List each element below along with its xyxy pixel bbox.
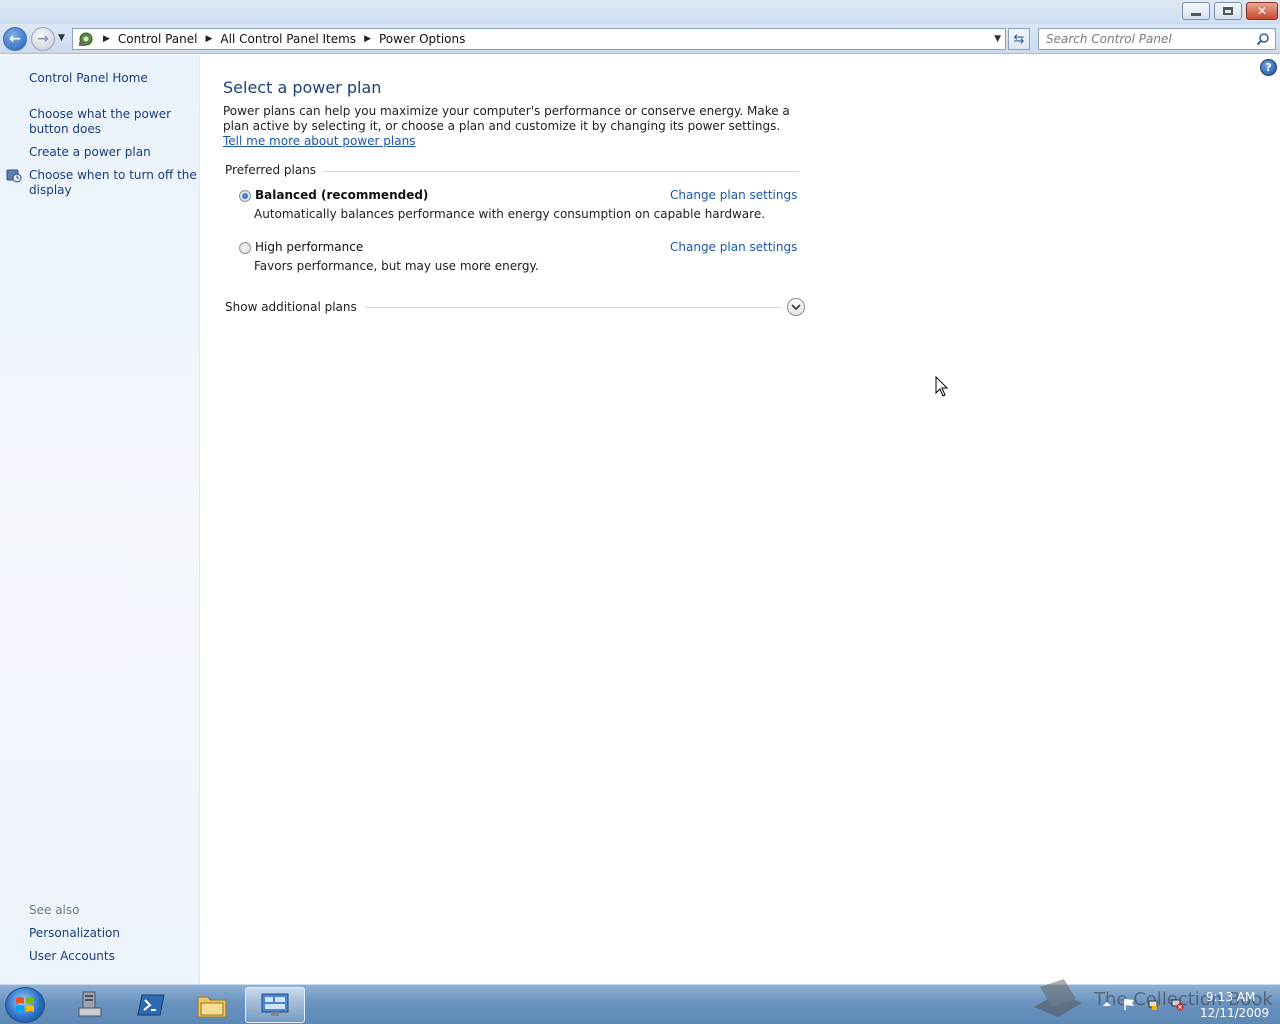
chevron-down-icon [791, 304, 801, 311]
preferred-plans-label: Preferred plans [225, 163, 317, 177]
show-additional-plans-label[interactable]: Show additional plans [225, 300, 357, 314]
tell-me-more-link[interactable]: Tell me more about power plans [223, 134, 415, 148]
plan-high-performance-change-link[interactable]: Change plan settings [670, 240, 797, 254]
breadcrumb-power-options[interactable]: Power Options [379, 32, 465, 46]
control-panel-home-link[interactable]: Control Panel Home [29, 71, 197, 86]
breadcrumb-separator-icon[interactable]: ▶ [103, 34, 110, 44]
close-button[interactable]: ✕ [1246, 2, 1278, 20]
forward-button[interactable]: → [31, 27, 55, 51]
help-button[interactable]: ? [1260, 59, 1277, 76]
windows-logo-icon [16, 997, 34, 1012]
breadcrumb-all-items[interactable]: All Control Panel Items [220, 32, 356, 46]
breadcrumb-separator-icon[interactable]: ▶ [364, 34, 371, 44]
preferred-plans-header: Preferred plans [225, 163, 799, 177]
left-navigation-pane: Control Panel Home Choose what the power… [0, 55, 200, 984]
power-button-link[interactable]: Choose what the power button does [29, 107, 197, 137]
create-power-plan-link[interactable]: Create a power plan [29, 145, 197, 160]
plan-balanced-description: Automatically balances performance with … [254, 207, 766, 221]
breadcrumb-separator-icon[interactable]: ▶ [206, 34, 213, 44]
main-content: ? Select a power plan Power plans can he… [201, 55, 1280, 984]
show-hidden-icons-icon[interactable] [1100, 997, 1114, 1011]
intro-text: Power plans can help you maximize your c… [223, 104, 790, 133]
mouse-cursor-icon [935, 376, 949, 397]
book-icon [1034, 979, 1082, 1017]
plan-high-performance-name[interactable]: High performance [255, 240, 363, 254]
minimize-button[interactable] [1182, 2, 1210, 20]
help-icon: ? [1265, 61, 1272, 74]
plan-balanced-change-link[interactable]: Change plan settings [670, 188, 797, 202]
plan-balanced-radio[interactable] [239, 190, 251, 202]
taskbar: The Collection Book 9:13 AM 12/11/2009 [0, 979, 1280, 1024]
taskbar-explorer[interactable] [184, 987, 240, 1023]
breadcrumb-control-panel[interactable]: Control Panel [118, 32, 198, 46]
divider [364, 306, 781, 308]
see-also-heading: See also [29, 903, 80, 917]
taskbar-control-panel[interactable] [245, 987, 305, 1023]
navigation-bar: ← → ▼ ▶ Control Panel ▶ All Control Pane… [0, 24, 1280, 54]
display-timer-icon [6, 169, 22, 183]
plan-high-performance-radio[interactable] [239, 242, 251, 254]
restore-icon [1215, 3, 1241, 19]
plan-balanced-name[interactable]: Balanced (recommended) [255, 188, 428, 202]
search-input[interactable] [1039, 29, 1249, 49]
refresh-button[interactable]: ⇆ [1008, 28, 1030, 50]
expand-chevron-button[interactable] [787, 298, 805, 316]
show-additional-plans-row[interactable]: Show additional plans [225, 298, 805, 316]
recent-pages-dropdown[interactable]: ▼ [58, 33, 65, 43]
intro-paragraph: Power plans can help you maximize your c… [223, 104, 803, 149]
taskbar-powershell[interactable] [123, 987, 179, 1023]
network-disconnected-icon[interactable] [1170, 997, 1184, 1011]
page-title: Select a power plan [223, 78, 382, 97]
clock-date[interactable]: 12/11/2009 [1200, 1006, 1269, 1020]
server-manager-icon [78, 991, 102, 1017]
power-plug-icon[interactable] [1146, 997, 1160, 1011]
breadcrumb: ▶ Control Panel ▶ All Control Panel Item… [95, 29, 465, 49]
search-box [1038, 28, 1276, 50]
user-accounts-link[interactable]: User Accounts [29, 949, 197, 964]
divider [324, 170, 799, 172]
minimize-icon [1183, 3, 1209, 19]
personalization-link[interactable]: Personalization [29, 926, 197, 941]
address-dropdown-icon[interactable]: ▼ [994, 34, 1001, 44]
search-icon[interactable] [1256, 32, 1270, 46]
address-bar[interactable]: ▶ Control Panel ▶ All Control Panel Item… [72, 28, 1006, 50]
refresh-icon: ⇆ [1013, 31, 1025, 47]
restore-button[interactable] [1214, 2, 1242, 20]
powershell-icon [137, 994, 165, 1016]
back-button[interactable]: ← [3, 27, 27, 51]
plan-high-performance-description: Favors performance, but may use more ene… [254, 259, 539, 273]
control-panel-icon [77, 31, 95, 47]
back-arrow-icon: ← [9, 31, 21, 47]
folder-icon [197, 996, 227, 1018]
window-title-bar: ✕ [0, 0, 1280, 24]
clock-time[interactable]: 9:13 AM [1206, 990, 1255, 1004]
taskbar-server-manager[interactable] [62, 987, 118, 1023]
turn-off-display-link[interactable]: Choose when to turn off the display [29, 168, 197, 198]
close-icon: ✕ [1256, 4, 1268, 18]
action-center-flag-icon[interactable] [1122, 997, 1136, 1011]
control-panel-icon [261, 993, 289, 1016]
start-button[interactable] [5, 987, 45, 1023]
forward-arrow-icon: → [37, 31, 49, 47]
